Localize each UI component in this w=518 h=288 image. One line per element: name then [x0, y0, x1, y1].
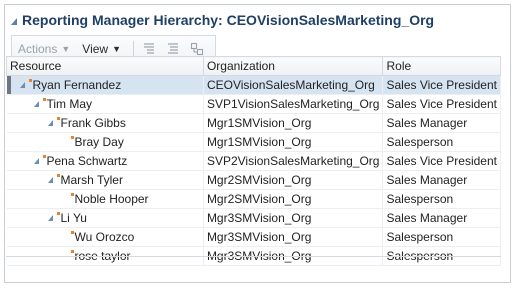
resource-cell: Frank Gibbs — [6, 113, 204, 133]
expand-toggle-icon[interactable] — [33, 158, 39, 164]
resource-marker-icon — [56, 116, 60, 120]
resource-marker-icon — [42, 97, 46, 101]
organization-cell: Mgr2SMVision_Org — [203, 189, 384, 209]
table-row[interactable]: Ryan Fernandez CEOVisionSalesMarketing_Or… — [6, 75, 501, 95]
toolbar-divider — [133, 40, 134, 57]
role-cell: Salesperson — [382, 189, 501, 209]
table-row[interactable]: Noble Hooper Mgr2SMVision_Org Salesperson — [6, 189, 501, 209]
table-row[interactable]: Bray Day Mgr1SMVision_Org Salesperson — [6, 132, 501, 152]
expand-toggle-icon[interactable] — [33, 101, 39, 107]
resource-marker-icon — [28, 78, 32, 82]
resource-marker-icon — [42, 154, 46, 158]
table-row[interactable]: Marsh Tyler Mgr2SMVision_Org Sales Manager — [6, 170, 501, 190]
table-row[interactable]: Wu Orozco Mgr3SMVision_Org Salesperson — [6, 227, 501, 247]
resource-cell: Tim May — [6, 94, 204, 114]
organization-cell: Mgr3SMVision_Org — [203, 208, 384, 228]
resource-marker-icon — [56, 211, 60, 215]
organization-cell: SVP2VisionSalesMarketing_Org — [203, 151, 384, 171]
role-cell: Sales Vice President — [382, 151, 501, 171]
tree-node: Noble Hooper — [10, 192, 200, 206]
table-header-row: Resource Organization Role — [6, 56, 501, 76]
organization-cell: CEOVisionSalesMarketing_Org — [203, 75, 384, 95]
role-cell: Sales Vice President — [382, 75, 501, 95]
column-header-organization[interactable]: Organization — [202, 56, 384, 76]
organization-cell: SVP1VisionSalesMarketing_Org — [203, 94, 384, 114]
role-cell: Sales Vice President — [382, 94, 501, 114]
resource-name[interactable]: Wu Orozco — [75, 230, 135, 244]
resource-name[interactable]: Tim May — [47, 97, 93, 111]
collapse-all-icon[interactable] — [166, 42, 180, 56]
resource-cell: Ryan Fernandez — [6, 75, 204, 95]
role-cell: Salesperson — [382, 227, 501, 247]
resource-cell: Li Yu — [6, 208, 204, 228]
hierarchy-table: Resource Organization Role Ryan Fernande… — [6, 56, 501, 266]
collapse-panel-icon[interactable] — [11, 17, 17, 25]
tree-node: Pena Schwartz — [10, 154, 200, 168]
column-header-resource[interactable]: Resource — [6, 56, 204, 76]
table-row[interactable]: Pena Schwartz SVP2VisionSalesMarketing_Or… — [6, 151, 501, 171]
resource-name[interactable]: Ryan Fernandez — [33, 78, 122, 92]
view-menu[interactable]: View ▼ — [82, 42, 121, 56]
expand-toggle-icon[interactable] — [19, 82, 25, 88]
organization-cell: Mgr3SMVision_Org — [203, 227, 384, 247]
expand-toggle-icon[interactable] — [47, 215, 53, 221]
table-footer-divider — [6, 256, 501, 257]
resource-marker-icon — [70, 230, 74, 234]
tree-node: Marsh Tyler — [10, 173, 200, 187]
role-cell: Sales Manager — [382, 113, 501, 133]
resource-name[interactable]: Pena Schwartz — [47, 154, 128, 168]
role-cell: Sales Manager — [382, 208, 501, 228]
resource-cell: Wu Orozco — [6, 227, 204, 247]
column-header-role[interactable]: Role — [382, 56, 501, 76]
row-selection-handle[interactable] — [6, 76, 11, 94]
resource-marker-icon — [70, 135, 74, 139]
tree-node: Wu Orozco — [10, 230, 200, 244]
view-label: View — [82, 41, 109, 56]
resource-name[interactable]: Frank Gibbs — [61, 116, 126, 130]
role-cell: Salesperson — [382, 132, 501, 152]
resource-name[interactable]: Bray Day — [75, 135, 124, 149]
resource-marker-icon — [70, 192, 74, 196]
resource-cell: Bray Day — [6, 132, 204, 152]
resource-marker-icon — [56, 173, 60, 177]
chevron-down-icon: ▼ — [112, 43, 121, 54]
chevron-down-icon: ▼ — [61, 43, 71, 54]
table-row[interactable]: Frank Gibbs Mgr1SMVision_Org Sales Manager — [6, 113, 501, 133]
panel-title: Reporting Manager Hierarchy: CEOVisionSa… — [22, 12, 435, 28]
resource-name[interactable]: Noble Hooper — [75, 192, 149, 206]
resource-cell: Pena Schwartz — [6, 151, 204, 171]
resource-marker-icon — [70, 249, 74, 253]
actions-menu[interactable]: Actions ▼ — [18, 42, 70, 56]
organization-cell: Mgr2SMVision_Org — [203, 170, 384, 190]
expand-toggle-icon[interactable] — [47, 177, 53, 183]
organization-cell: Mgr1SMVision_Org — [203, 132, 384, 152]
organization-cell: Mgr1SMVision_Org — [203, 113, 384, 133]
resource-name[interactable]: Marsh Tyler — [61, 173, 123, 187]
role-cell: Sales Manager — [382, 170, 501, 190]
tree-node: Tim May — [10, 97, 200, 111]
scroll-to-parent-icon[interactable] — [190, 42, 204, 56]
resource-name[interactable]: Li Yu — [61, 211, 87, 225]
resource-cell: Marsh Tyler — [6, 170, 204, 190]
panel-header: Reporting Manager Hierarchy: CEOVisionSa… — [5, 5, 510, 35]
expand-toggle-icon[interactable] — [47, 120, 53, 126]
table-row[interactable]: Li Yu Mgr3SMVision_Org Sales Manager — [6, 208, 501, 228]
resource-cell: Noble Hooper — [6, 189, 204, 209]
actions-label: Actions — [18, 41, 58, 56]
table-row[interactable]: Tim May SVP1VisionSalesMarketing_Org Sales… — [6, 94, 501, 114]
expand-all-icon[interactable] — [142, 42, 156, 56]
tree-node: Frank Gibbs — [10, 116, 200, 130]
tree-node: Bray Day — [10, 135, 200, 149]
tree-node: Li Yu — [10, 211, 200, 225]
tree-node: Ryan Fernandez — [10, 78, 200, 92]
